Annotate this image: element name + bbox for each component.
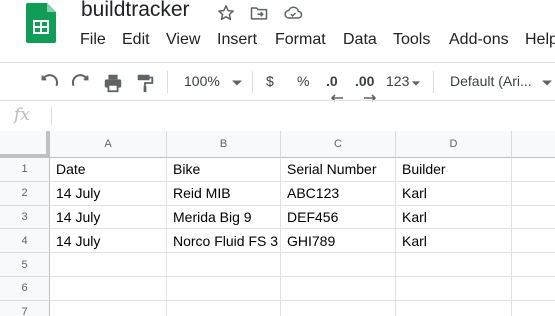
cell-c6[interactable] (281, 277, 396, 301)
cell-d3[interactable]: Karl (396, 205, 512, 230)
menu-data[interactable]: Data (343, 31, 377, 49)
toolbar-divider (433, 71, 434, 93)
cell-d4[interactable]: Karl (396, 229, 512, 254)
cell-c1[interactable]: Serial Number (281, 158, 396, 182)
cell-d5[interactable] (396, 253, 512, 277)
cell-d7[interactable] (396, 300, 512, 316)
row-header-3[interactable]: 3 (0, 205, 50, 230)
cell-c2[interactable]: ABC123 (281, 181, 396, 206)
row-header-4[interactable]: 4 (0, 229, 50, 254)
column-header-a[interactable]: A (50, 131, 167, 158)
toolbar-divider (252, 71, 253, 93)
chevron-down-icon[interactable] (226, 72, 248, 94)
cell-e3[interactable] (512, 206, 555, 230)
row-header-5[interactable]: 5 (0, 253, 50, 277)
font-select[interactable]: Default (Ari... (450, 73, 532, 89)
cell-c3[interactable]: DEF456 (281, 205, 396, 230)
menu-add-ons[interactable]: Add-ons (449, 31, 509, 49)
cell-b4[interactable]: Norco Fluid FS 3 (167, 229, 281, 254)
cell-b3[interactable]: Merida Big 9 (167, 205, 281, 230)
cell-c4[interactable]: GHI789 (281, 229, 396, 254)
cell-c7[interactable] (281, 300, 396, 316)
toolbar: 100% $ % .0 .00 123 Default (Ari... (0, 62, 555, 102)
column-header-b[interactable]: B (167, 131, 281, 158)
cell-b7[interactable] (167, 300, 281, 316)
cell-b6[interactable] (167, 277, 281, 301)
menu-format[interactable]: Format (275, 31, 326, 49)
menu-tools[interactable]: Tools (393, 31, 430, 49)
cell-e2[interactable] (512, 182, 555, 206)
formula-divider (51, 106, 52, 126)
percent-format-button[interactable]: % (297, 73, 309, 89)
undo-icon[interactable] (38, 72, 60, 94)
cell-b2[interactable]: Reid MIB (167, 181, 281, 206)
fx-icon: fx (14, 105, 30, 125)
chevron-down-icon[interactable] (405, 72, 427, 94)
move-to-folder-icon[interactable] (248, 2, 270, 24)
sheets-logo[interactable] (26, 3, 56, 43)
cell-e4[interactable] (512, 229, 555, 254)
increase-decimal-button[interactable]: .00 (355, 73, 374, 89)
cell-d2[interactable]: Karl (396, 181, 512, 206)
menu-insert[interactable]: Insert (217, 31, 257, 49)
star-icon[interactable] (215, 2, 237, 24)
menu-help[interactable]: Help (525, 31, 555, 49)
cell-a7[interactable] (50, 300, 167, 316)
formula-bar: fx (0, 100, 555, 132)
cell-a5[interactable] (50, 253, 167, 277)
cell-c5[interactable] (281, 253, 396, 277)
spreadsheet-grid: A B C D 1 Date Bike Serial Number Builder 2 14 Jul… (0, 131, 555, 316)
cell-e5[interactable] (512, 253, 555, 277)
cloud-status-icon[interactable] (282, 2, 304, 24)
cell-e6[interactable] (512, 277, 555, 301)
cell-e1[interactable] (512, 158, 555, 182)
column-header-next[interactable] (512, 131, 555, 158)
decrease-decimal-button[interactable]: .0 (326, 73, 338, 89)
cell-a1[interactable]: Date (50, 158, 167, 182)
formula-input[interactable] (58, 106, 548, 126)
menu-file[interactable]: File (80, 31, 106, 49)
row-header-7[interactable]: 7 (0, 300, 50, 316)
row-header-6[interactable]: 6 (0, 277, 50, 301)
cell-a2[interactable]: 14 July (50, 181, 167, 206)
document-title[interactable]: buildtracker (81, 0, 190, 22)
zoom-select[interactable]: 100% (184, 73, 220, 89)
cell-b5[interactable] (167, 253, 281, 277)
toolbar-divider (167, 71, 168, 93)
cell-d1[interactable]: Builder (396, 158, 512, 182)
cell-a3[interactable]: 14 July (50, 205, 167, 230)
chevron-down-icon[interactable] (536, 72, 555, 94)
currency-format-button[interactable]: $ (266, 73, 274, 89)
menu-edit[interactable]: Edit (122, 31, 150, 49)
print-icon[interactable] (102, 72, 124, 94)
redo-icon[interactable] (70, 72, 92, 94)
select-all-corner[interactable] (0, 131, 50, 158)
column-header-d[interactable]: D (396, 131, 512, 158)
cell-e7[interactable] (512, 301, 555, 316)
cell-a4[interactable]: 14 July (50, 229, 167, 254)
cell-b1[interactable]: Bike (167, 158, 281, 182)
paint-format-icon[interactable] (134, 72, 156, 94)
column-header-c[interactable]: C (281, 131, 396, 158)
cell-d6[interactable] (396, 277, 512, 301)
menu-view[interactable]: View (166, 31, 200, 49)
row-header-1[interactable]: 1 (0, 158, 50, 182)
row-header-2[interactable]: 2 (0, 181, 50, 206)
cell-a6[interactable] (50, 277, 167, 301)
